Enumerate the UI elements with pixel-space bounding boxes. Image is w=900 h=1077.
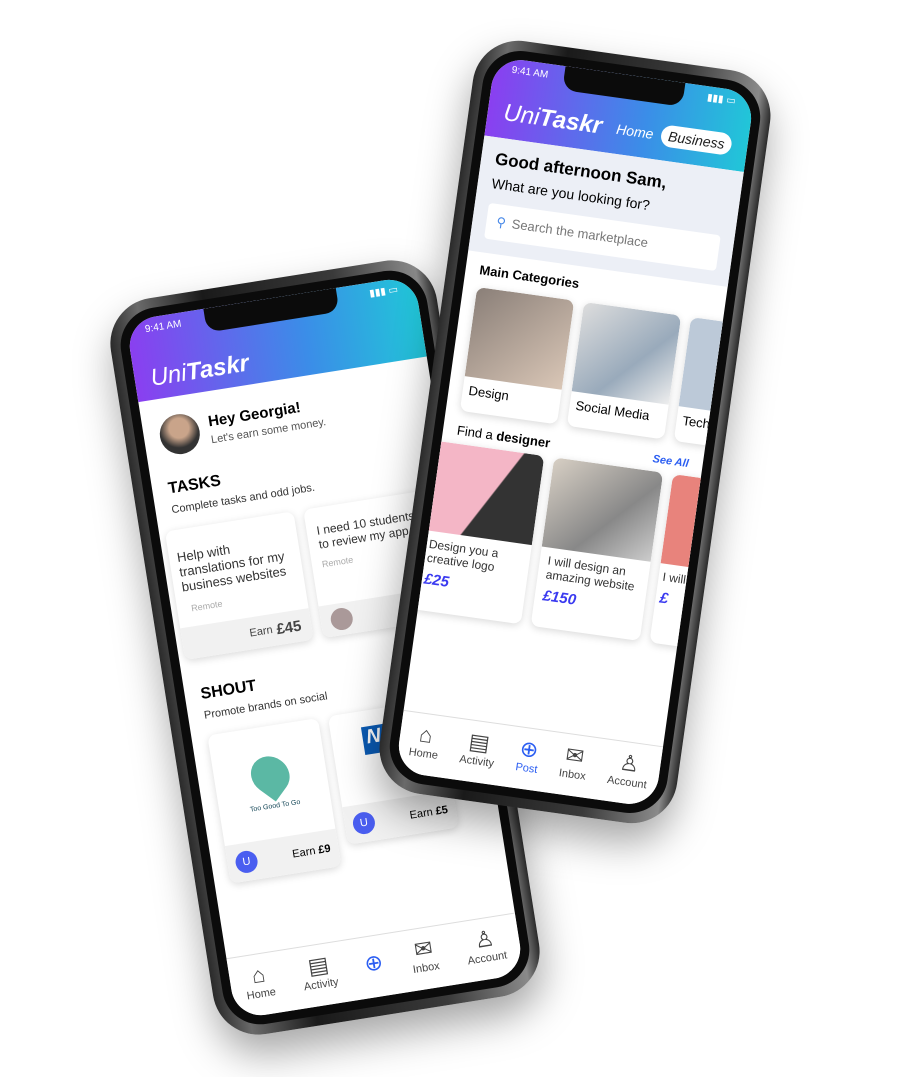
category-social-media[interactable]: Social Media <box>566 302 682 440</box>
nav-post[interactable]: ⊕ <box>363 948 385 977</box>
app-logo: UniTaskr <box>501 99 604 140</box>
category-tech[interactable]: Tech <box>673 317 731 447</box>
nav-inbox[interactable]: ✉ Inbox <box>408 934 440 976</box>
right-screen: 9:41 AM ▮▮▮ ▭ UniTaskr Home Business Good… <box>395 56 755 808</box>
nav-post[interactable]: ⊕ Post <box>515 735 542 775</box>
nav-activity[interactable]: ▤ Activity <box>299 950 339 993</box>
nav-activity[interactable]: ▤ Activity <box>459 727 499 770</box>
nav-account[interactable]: ♙ Account <box>606 748 651 791</box>
category-design[interactable]: Design <box>459 286 575 425</box>
task-card[interactable]: Help with translations for my business w… <box>164 511 314 661</box>
avatar[interactable] <box>156 411 203 457</box>
nav-home[interactable]: ⌂ Home <box>408 720 442 762</box>
person-icon: ♙ <box>472 924 497 953</box>
nav-home[interactable]: ⌂ Home <box>242 960 277 1002</box>
avatar <box>329 606 355 632</box>
envelope-icon: ✉ <box>412 934 435 963</box>
plus-circle-icon: ⊕ <box>518 735 541 763</box>
unitaskr-icon: U <box>351 810 377 836</box>
nav-inbox[interactable]: ✉ Inbox <box>558 741 590 782</box>
search-icon: ⚲ <box>495 214 508 231</box>
too-good-to-go-logo <box>243 748 297 801</box>
envelope-icon: ✉ <box>564 741 586 769</box>
right-phone: 9:41 AM ▮▮▮ ▭ UniTaskr Home Business Good… <box>373 34 777 830</box>
document-icon: ▤ <box>467 727 492 756</box>
tab-home[interactable]: Home <box>615 121 654 142</box>
see-all-link[interactable]: See All <box>652 453 690 470</box>
home-icon: ⌂ <box>417 720 435 748</box>
nav-account[interactable]: ♙ Account <box>463 923 508 967</box>
tab-business[interactable]: Business <box>659 124 733 156</box>
home-icon: ⌂ <box>249 961 267 988</box>
service-card[interactable]: I will design an amazing website £150 <box>530 457 664 642</box>
service-card[interactable]: Design you a creative logo £25 <box>411 440 545 625</box>
person-icon: ♙ <box>618 749 642 777</box>
unitaskr-icon: U <box>233 849 260 875</box>
shout-card[interactable]: Too Good To Go U Earn £9 <box>207 717 342 884</box>
document-icon: ▤ <box>305 951 331 979</box>
plus-circle-icon: ⊕ <box>362 948 385 977</box>
